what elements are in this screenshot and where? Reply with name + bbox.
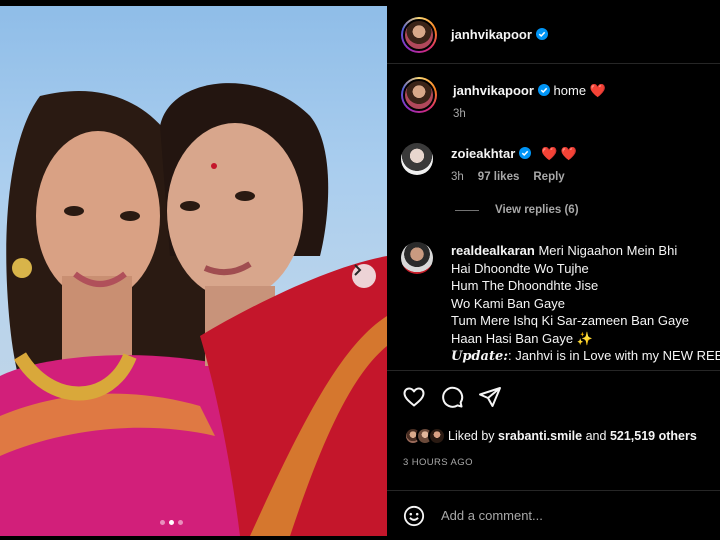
commenter-avatar[interactable]: [401, 143, 433, 175]
carousel-dot: [160, 520, 165, 525]
comment-item: realdealkaran Meri Nigaahon Mein Bhi Hai…: [401, 242, 720, 366]
comment-time: 3h: [451, 170, 464, 183]
author-avatar[interactable]: [401, 16, 437, 53]
comments-scroll-area[interactable]: realdealkaran Meri Nigaahon Mein Bhi Hai…: [387, 234, 720, 370]
comment-line: Tum Mere Ishq Ki Sar-zameen Ban Gaye: [451, 313, 689, 328]
comment-input[interactable]: [441, 508, 701, 523]
verified-badge-icon: [537, 84, 550, 96]
post-photo[interactable]: [0, 6, 387, 536]
comment-item: zoieakhtar ❤️ ❤️ 3h 97 likes Reply: [401, 143, 577, 186]
commenter-avatar[interactable]: [401, 242, 433, 274]
carousel-dot: [178, 520, 183, 525]
likes-user[interactable]: srabanti.smile: [498, 429, 582, 443]
caption-time: 3h: [453, 107, 466, 120]
share-icon[interactable]: [478, 385, 502, 409]
caption-text: home: [553, 83, 587, 98]
post-header: janhvikapoor: [387, 6, 720, 64]
comment-text: ❤️ ❤️: [540, 146, 577, 161]
likes-prefix: Liked by: [448, 429, 495, 443]
emoji-icon[interactable]: [403, 505, 425, 527]
heart-icon[interactable]: [402, 385, 426, 409]
view-replies-label[interactable]: View replies (6): [495, 204, 579, 216]
chevron-right-icon: [354, 264, 362, 276]
post-photo-illustration: [0, 83, 387, 536]
verified-badge-icon: [519, 147, 532, 159]
caption: janhvikapoor home ❤️ 3h: [401, 77, 606, 123]
caption-avatar[interactable]: [401, 77, 437, 113]
comment-update-label: Update:: [451, 349, 509, 364]
carousel-dot-active: [169, 520, 174, 525]
carousel-next-button[interactable]: [352, 264, 376, 288]
post-side-panel: janhvikapoor janhvikapoor home ❤️ 3h zoi…: [387, 6, 720, 540]
comment-line: Haan Hasi Ban Gaye ✨: [451, 330, 593, 346]
view-replies-divider: [455, 209, 479, 211]
likes-summary[interactable]: Liked by srabanti.smile and 521,519 othe…: [404, 427, 697, 445]
comment-update-text: : Janhvi is in Love with my NEW REEL: [508, 348, 720, 363]
add-comment-bar: [387, 490, 720, 540]
comment-reply-button[interactable]: Reply: [533, 169, 564, 187]
comment-username[interactable]: realdealkaran: [451, 243, 535, 258]
likes-count[interactable]: 521,519 others: [610, 429, 697, 443]
comment-line: Hum The Dhoondhte Jise: [451, 278, 599, 293]
comment-username[interactable]: zoieakhtar: [451, 146, 515, 161]
post-timestamp: 3 HOURS AGO: [403, 457, 473, 468]
author-username-text[interactable]: janhvikapoor: [451, 27, 532, 42]
comment-line: Wo Kami Ban Gaye: [451, 295, 565, 311]
carousel-indicator: [160, 520, 183, 525]
view-replies-button[interactable]: View replies (6): [455, 204, 579, 216]
author-username[interactable]: janhvikapoor: [451, 27, 548, 42]
comment-likes[interactable]: 97 likes: [478, 169, 520, 187]
comment-icon[interactable]: [440, 385, 464, 409]
likes-joiner: and: [585, 429, 607, 443]
comment-line: Meri Nigaahon Mein Bhi: [538, 243, 678, 258]
liker-avatars: [404, 427, 446, 445]
comment-line: Hai Dhoondte Wo Tujhe: [451, 260, 589, 276]
liker-avatar: [428, 427, 446, 445]
verified-badge-icon: [535, 28, 548, 40]
caption-heart-emoji: ❤️: [589, 83, 606, 98]
caption-username[interactable]: janhvikapoor: [453, 83, 534, 98]
